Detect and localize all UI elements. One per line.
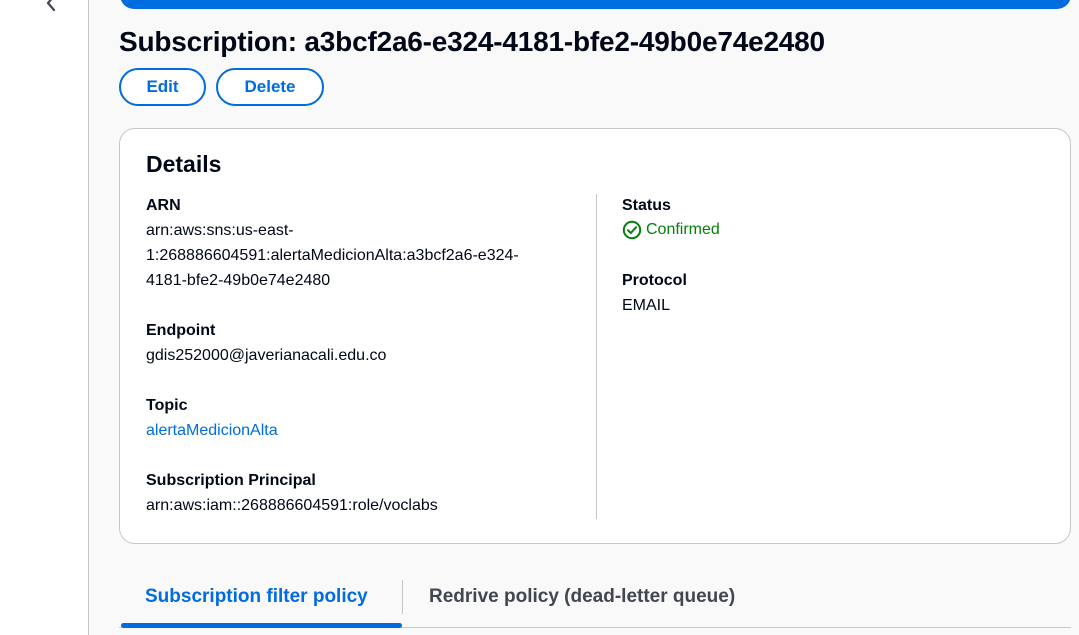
status-value: Confirmed	[646, 221, 720, 238]
column-divider	[596, 194, 597, 519]
topic-link[interactable]: alertaMedicionAlta	[146, 418, 278, 443]
arn-value-line: 1:268886604591:alertaMedicionAlta:a3bcf2…	[146, 247, 519, 264]
subscription-principal-label: Subscription Principal	[146, 472, 316, 489]
details-heading: Details	[146, 151, 222, 177]
arn-label: ARN	[146, 197, 181, 214]
topic-label: Topic	[146, 397, 188, 414]
edit-button[interactable]: Edit	[119, 68, 206, 106]
side-navigation-rail	[0, 0, 89, 635]
chevron-left-icon[interactable]	[42, 0, 60, 12]
protocol-value: EMAIL	[622, 297, 671, 314]
tab-redrive-policy[interactable]: Redrive policy (dead-letter queue)	[429, 586, 735, 608]
tab-bar: Subscription filter policy Redrive polic…	[119, 572, 1071, 628]
tab-subscription-filter-policy[interactable]: Subscription filter policy	[145, 586, 368, 608]
arn-value: arn:aws:sns:us-east- 1:268886604591:aler…	[146, 218, 586, 293]
check-circle-icon	[622, 220, 642, 240]
endpoint-value: gdis252000@javerianacali.edu.co	[146, 347, 387, 364]
delete-button[interactable]: Delete	[216, 68, 324, 106]
arn-value-line: arn:aws:sns:us-east-	[146, 222, 294, 239]
tab-separator	[402, 580, 403, 614]
active-tab-indicator	[121, 623, 402, 628]
notification-banner	[120, 0, 1071, 9]
protocol-label: Protocol	[622, 272, 687, 289]
arn-value-line: 4181-bfe2-49b0e74e2480	[146, 272, 331, 289]
page-title: Subscription: a3bcf2a6-e324-4181-bfe2-49…	[119, 26, 825, 57]
details-card: Details ARN arn:aws:sns:us-east- 1:26888…	[119, 128, 1071, 544]
subscription-principal-value: arn:aws:iam::268886604591:role/voclabs	[146, 497, 438, 514]
status-indicator: Confirmed	[622, 220, 720, 240]
endpoint-label: Endpoint	[146, 322, 216, 339]
status-label: Status	[622, 197, 671, 214]
